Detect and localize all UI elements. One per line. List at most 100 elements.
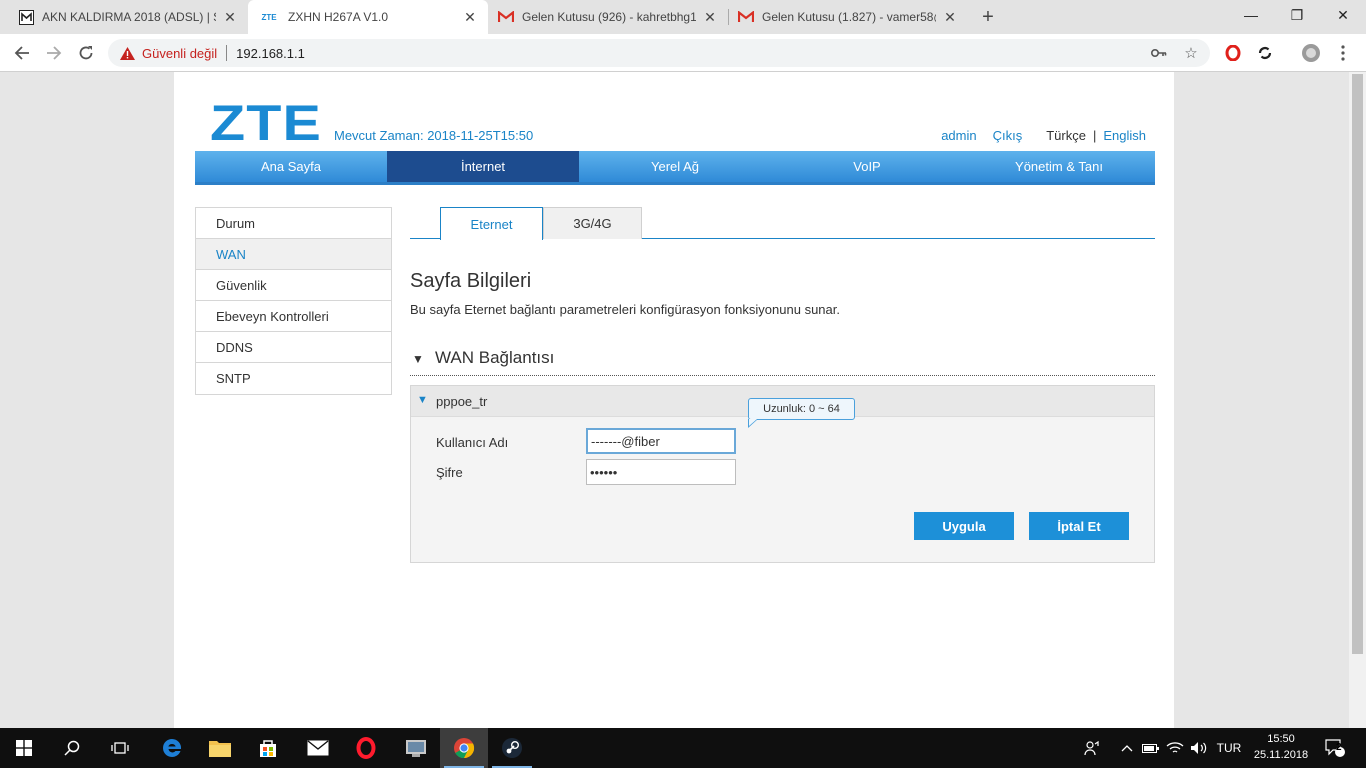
lang-turkish[interactable]: Türkçe: [1046, 128, 1086, 143]
nav-ana-sayfa[interactable]: Ana Sayfa: [195, 151, 387, 182]
profile-avatar-icon[interactable]: [1300, 42, 1322, 64]
page-scrollbar[interactable]: [1349, 72, 1366, 728]
tab-3g-4g[interactable]: 3G/4G: [543, 207, 642, 239]
close-tab-icon[interactable]: ✕: [462, 9, 478, 25]
m-favicon-icon: [18, 9, 34, 25]
logout-link[interactable]: Çıkış: [993, 128, 1023, 143]
file-explorer-app[interactable]: [196, 728, 244, 768]
tooltip-tail-fill: [749, 419, 757, 426]
close-tab-icon[interactable]: ✕: [942, 9, 958, 25]
opera-app[interactable]: [342, 728, 390, 768]
show-hidden-icons-chevron-icon[interactable]: [1118, 728, 1136, 768]
top-links: admin Çıkış Türkçe | English: [941, 128, 1146, 143]
nav-yonetim-tani[interactable]: Yönetim & Tanı: [963, 151, 1155, 182]
admin-link[interactable]: admin: [941, 128, 976, 143]
browser-tabstrip: AKN KALDIRMA 2018 (ADSL) | Sa ✕ ZTE ZXHN…: [0, 0, 1366, 34]
nav-yerel-ag[interactable]: Yerel Ağ: [579, 151, 771, 182]
warning-icon: [120, 46, 135, 60]
opera-extension-icon[interactable]: [1222, 42, 1244, 64]
new-tab-button[interactable]: +: [976, 5, 1000, 29]
start-button[interactable]: [0, 728, 48, 768]
expand-triangle-icon[interactable]: ▼: [417, 394, 428, 406]
battery-icon[interactable]: [1140, 728, 1162, 768]
notification-icon: [1325, 739, 1345, 757]
left-menu: Durum WAN Güvenlik Ebeveyn Kontrolleri D…: [195, 207, 392, 395]
username-input[interactable]: [586, 428, 736, 454]
opera-icon: [356, 737, 376, 759]
browser-tab-akn[interactable]: AKN KALDIRMA 2018 (ADSL) | Sa ✕: [8, 0, 248, 34]
notification-count: 2: [1336, 742, 1342, 753]
collapse-triangle-icon[interactable]: ▼: [412, 352, 424, 366]
menu-kebab-icon[interactable]: [1332, 42, 1354, 64]
main-nav: Ana Sayfa İnternet Yerel Ağ VoIP Yönetim…: [195, 151, 1155, 185]
mail-envelope-icon: [307, 740, 329, 756]
forward-button[interactable]: [42, 41, 66, 65]
nav-internet[interactable]: İnternet: [387, 151, 579, 182]
menu-item-ebeveyn-kontrolleri[interactable]: Ebeveyn Kontrolleri: [196, 301, 391, 332]
cancel-button[interactable]: İptal Et: [1029, 512, 1129, 540]
forward-arrow-icon: [47, 46, 62, 60]
page-title: Sayfa Bilgileri: [410, 270, 532, 292]
edge-app[interactable]: [148, 728, 196, 768]
browser-tab-gmail-1[interactable]: Gelen Kutusu (926) - kahretbhg1 ✕: [488, 0, 728, 34]
wan-section-header[interactable]: ▼ WAN Bağlantısı: [410, 344, 1155, 376]
task-view-button[interactable]: [96, 728, 144, 768]
tab-title: AKN KALDIRMA 2018 (ADSL) | Sa: [42, 10, 216, 24]
bookmark-star-icon[interactable]: ☆: [1180, 42, 1202, 64]
key-icon[interactable]: [1148, 42, 1170, 64]
sub-tabs: Eternet 3G/4G: [410, 207, 1155, 240]
password-label: Şifre: [436, 465, 463, 480]
close-window-button[interactable]: ✕: [1320, 0, 1366, 30]
people-icon[interactable]: [1080, 728, 1104, 768]
close-tab-icon[interactable]: ✕: [702, 9, 718, 25]
wifi-icon[interactable]: [1164, 728, 1186, 768]
folder-icon: [209, 741, 231, 757]
maximize-button[interactable]: ❐: [1274, 0, 1320, 30]
password-input[interactable]: [586, 459, 736, 485]
gmail-icon: [738, 9, 754, 25]
chrome-app[interactable]: [440, 728, 488, 768]
menu-item-guvenlik[interactable]: Güvenlik: [196, 270, 391, 301]
windows-taskbar: TUR 15:50 25.11.2018 2: [0, 728, 1366, 768]
connection-name: pppoe_tr: [436, 394, 488, 409]
tab-title: ZXHN H267A V1.0: [288, 10, 389, 24]
sync-extension-icon[interactable]: [1254, 42, 1276, 64]
lang-separator: |: [1092, 128, 1097, 143]
address-bar[interactable]: Güvenli değil 192.168.1.1: [108, 39, 1210, 67]
lang-english-link[interactable]: English: [1103, 128, 1146, 143]
taskbar-clock[interactable]: 15:50 25.11.2018: [1246, 731, 1316, 763]
search-button[interactable]: [48, 728, 96, 768]
reload-button[interactable]: [74, 41, 98, 65]
current-time: Mevcut Zaman: 2018-11-25T15:50: [334, 128, 534, 143]
action-center-button[interactable]: 2: [1320, 728, 1350, 768]
menu-item-wan[interactable]: WAN: [196, 239, 391, 270]
system-app[interactable]: [392, 728, 440, 768]
browser-tab-zte[interactable]: ZTE ZXHN H267A V1.0 ✕: [248, 0, 488, 34]
browser-tab-gmail-2[interactable]: Gelen Kutusu (1.827) - vamer58@ ✕: [728, 0, 968, 34]
security-warning-text: Güvenli değil: [142, 45, 218, 61]
zte-logo: ZTE: [210, 95, 323, 151]
input-language[interactable]: TUR: [1212, 728, 1246, 768]
tab-eternet[interactable]: Eternet: [440, 207, 543, 240]
store-app[interactable]: [244, 728, 292, 768]
chrome-icon: [454, 738, 475, 759]
task-view-icon: [111, 742, 129, 754]
mail-app[interactable]: [294, 728, 342, 768]
close-tab-icon[interactable]: ✕: [222, 9, 238, 25]
url-text[interactable]: 192.168.1.1: [236, 46, 305, 61]
menu-item-durum[interactable]: Durum: [196, 208, 391, 239]
zte-favicon-icon: ZTE: [261, 12, 277, 22]
back-button[interactable]: [10, 41, 34, 65]
volume-icon[interactable]: [1188, 728, 1210, 768]
steam-app[interactable]: [488, 728, 536, 768]
page-description: Bu sayfa Eternet bağlantı parametreleri …: [410, 302, 840, 317]
apply-button[interactable]: Uygula: [914, 512, 1014, 540]
minimize-button[interactable]: —: [1228, 0, 1274, 30]
nav-voip[interactable]: VoIP: [771, 151, 963, 182]
menu-item-ddns[interactable]: DDNS: [196, 332, 391, 363]
scrollbar-thumb[interactable]: [1352, 74, 1363, 654]
security-warning[interactable]: Güvenli değil: [120, 46, 217, 61]
omnibox-divider: [226, 45, 228, 61]
steam-icon: [502, 738, 522, 758]
menu-item-sntp[interactable]: SNTP: [196, 363, 391, 394]
